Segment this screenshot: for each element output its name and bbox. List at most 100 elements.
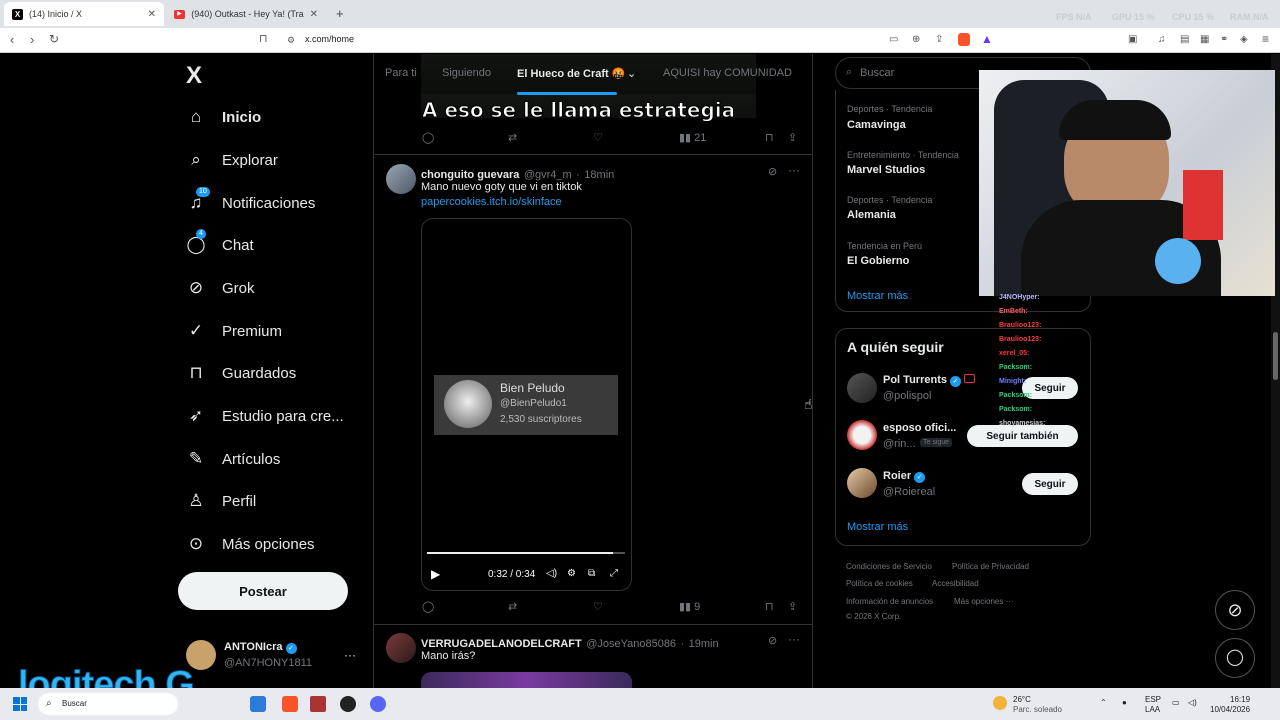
post-time[interactable]: 18min: [584, 169, 614, 181]
post-more-icon[interactable]: ···: [788, 632, 800, 646]
x-logo-icon[interactable]: X: [186, 62, 202, 90]
bookmark-page-icon[interactable]: ⊓: [259, 32, 268, 45]
follow-name[interactable]: esposo ofici...: [883, 422, 956, 434]
zoom-icon[interactable]: ⊕: [912, 34, 920, 45]
brave-app-icon[interactable]: [282, 696, 298, 712]
account-name[interactable]: ANTONIcra ✓: [224, 641, 297, 654]
brave-rewards-icon[interactable]: ▲: [981, 32, 993, 46]
repost-icon[interactable]: ⇄: [508, 600, 517, 613]
obs-app-icon[interactable]: [340, 696, 356, 712]
repost-icon[interactable]: ⇄: [508, 131, 517, 144]
close-tab-icon[interactable]: ✕: [148, 9, 156, 20]
install-icon[interactable]: ▭: [889, 34, 898, 45]
clock-date[interactable]: 10/04/2026: [1210, 705, 1250, 714]
nav-inicio[interactable]: ⌂ Inicio: [186, 107, 261, 127]
clock-time[interactable]: 16:19: [1230, 695, 1250, 704]
follow-show-more[interactable]: Mostrar más: [847, 521, 908, 533]
menu-icon[interactable]: ≡: [1262, 32, 1269, 46]
trend-name[interactable]: Marvel Studios: [847, 164, 925, 176]
footer-link[interactable]: Condiciones de Servicio: [846, 562, 932, 571]
tab-hueco-de-craft[interactable]: El Hueco de Craft 🤬: [517, 67, 625, 80]
pip-icon[interactable]: ⧉: [588, 568, 595, 579]
post-author-name[interactable]: VERRUGADELANODELCRAFT: [421, 638, 582, 650]
footer-link[interactable]: Política de Privacidad: [952, 562, 1029, 571]
post-author-name[interactable]: chonguito guevara: [421, 169, 519, 181]
trend-name[interactable]: Alemania: [847, 209, 896, 221]
trends-show-more[interactable]: Mostrar más: [847, 290, 908, 302]
media-icon[interactable]: ♫: [1158, 34, 1166, 45]
tab-youtube[interactable]: ▶ (940) Outkast - Hey Ya! (Traducida al …: [166, 2, 326, 26]
share-icon[interactable]: ⇪: [935, 34, 943, 45]
brave-shield-icon[interactable]: [958, 33, 970, 46]
speaker-icon[interactable]: ◁): [1188, 698, 1197, 707]
reader-icon[interactable]: ▤: [1180, 34, 1189, 45]
nav-premium[interactable]: ✓ Premium: [186, 321, 282, 341]
address-bar[interactable]: x.com/home: [305, 34, 354, 44]
lang-primary[interactable]: ESP: [1145, 695, 1161, 704]
video-progress-track[interactable]: [427, 552, 625, 554]
extensions-icon[interactable]: ⚭: [1220, 34, 1228, 45]
tab-para-ti[interactable]: Para ti: [385, 67, 417, 79]
nav-guardados[interactable]: ⊓ Guardados: [186, 363, 296, 383]
reply-icon[interactable]: ◯: [422, 131, 434, 144]
post-time[interactable]: 19min: [689, 638, 719, 650]
share-post-icon[interactable]: ⇪: [788, 131, 797, 144]
play-icon[interactable]: ▶: [431, 567, 440, 581]
settings-icon[interactable]: ⚙: [567, 568, 576, 579]
footer-link[interactable]: Política de cookies: [846, 579, 913, 588]
vpn-icon[interactable]: ◈: [1240, 34, 1248, 45]
follow-avatar[interactable]: [847, 373, 877, 403]
store-app-icon[interactable]: [250, 696, 266, 712]
messages-float-icon[interactable]: ◯: [1215, 638, 1255, 678]
sidebar-icon[interactable]: ▣: [1128, 34, 1137, 45]
share-post-icon[interactable]: ⇪: [788, 600, 797, 613]
nav-estudio[interactable]: ➶ Estudio para cre...: [186, 406, 344, 426]
footer-link[interactable]: Más opciones ···: [954, 597, 1014, 606]
fullscreen-icon[interactable]: ⤢: [610, 568, 618, 579]
nav-notificaciones[interactable]: ♫ 10 Notificaciones: [186, 187, 315, 213]
tray-chevron-icon[interactable]: ⌃: [1100, 698, 1107, 707]
mic-icon[interactable]: ●: [1122, 698, 1127, 707]
wallet-icon[interactable]: ▦: [1200, 34, 1209, 45]
views-count[interactable]: ▮▮ 9: [679, 600, 700, 613]
views-count[interactable]: ▮▮ 21: [679, 131, 706, 144]
tab-dropdown-chevron-icon[interactable]: ⌄: [627, 67, 636, 80]
nav-mas-opciones[interactable]: ⊙ Más opciones: [186, 534, 315, 554]
nav-chat[interactable]: ◯ 4 Chat: [186, 229, 254, 255]
trend-name[interactable]: Camavinga: [847, 119, 906, 131]
like-icon[interactable]: ♡: [593, 131, 603, 144]
nav-grok[interactable]: ⊘ Grok: [186, 278, 255, 298]
taskbar-search[interactable]: ⌕ Buscar: [38, 693, 178, 715]
footer-link[interactable]: Información de anuncios: [846, 597, 933, 606]
bookmark-post-icon[interactable]: ⊓: [765, 131, 774, 144]
scrollbar-thumb[interactable]: [1273, 332, 1278, 380]
lang-secondary[interactable]: LAA: [1145, 705, 1160, 714]
follow-name[interactable]: Pol Turrents ✓: [883, 374, 976, 387]
footer-link[interactable]: Accesibilidad: [932, 579, 979, 588]
follow-avatar[interactable]: [847, 420, 877, 450]
reload-icon[interactable]: ↻: [49, 32, 59, 46]
tab-siguiendo[interactable]: Siguiendo: [442, 67, 491, 79]
follow-back-button[interactable]: Seguir también: [967, 425, 1078, 447]
windows-start-icon[interactable]: [13, 697, 27, 711]
discord-app-icon[interactable]: [370, 696, 386, 712]
follow-name[interactable]: Roier ✓: [883, 470, 926, 483]
nav-articulos[interactable]: ✎ Artículos: [186, 449, 280, 469]
weather-temp[interactable]: 26°C: [1013, 695, 1031, 704]
trend-name[interactable]: El Gobierno: [847, 255, 909, 267]
nav-explorar[interactable]: ⌕ Explorar: [186, 150, 278, 170]
account-more-icon[interactable]: ···: [344, 648, 356, 662]
weather-desc[interactable]: Parc. soleado: [1013, 705, 1062, 714]
close-tab-icon[interactable]: ✕: [310, 9, 318, 20]
post-media[interactable]: [421, 672, 632, 688]
volume-icon[interactable]: ◁): [546, 568, 557, 579]
follow-button[interactable]: Seguir: [1022, 473, 1078, 495]
post-avatar[interactable]: [386, 633, 416, 663]
back-icon[interactable]: ‹: [10, 32, 14, 47]
like-icon[interactable]: ♡: [593, 600, 603, 613]
bookmark-post-icon[interactable]: ⊓: [765, 600, 774, 613]
post-button[interactable]: Postear: [178, 572, 348, 610]
weather-icon[interactable]: [993, 696, 1007, 710]
video-player[interactable]: Bien Peludo @BienPeludo1 2,530 suscripto…: [421, 218, 632, 591]
nav-perfil[interactable]: ♙ Perfil: [186, 491, 256, 511]
